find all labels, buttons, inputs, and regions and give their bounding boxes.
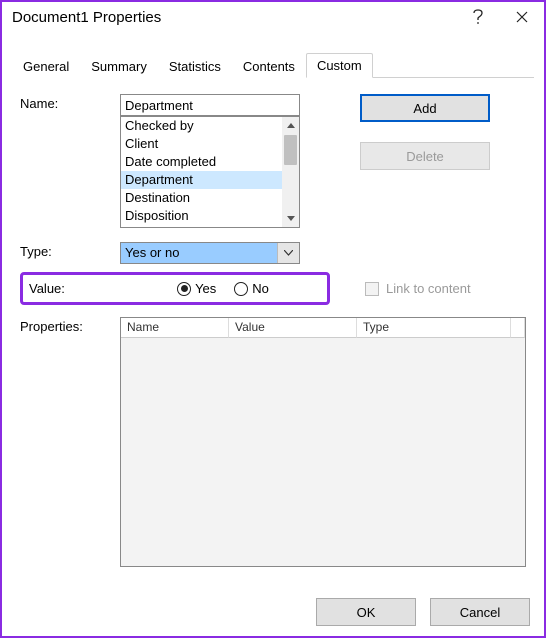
tab-contents[interactable]: Contents (232, 54, 306, 78)
value-row-highlight: Value: Yes No (20, 272, 330, 305)
window-title: Document1 Properties (12, 9, 456, 26)
tab-panel-custom: Name: Checked by Client Date completed D… (2, 78, 544, 577)
link-to-content-checkbox: Link to content (365, 281, 471, 296)
scroll-down-icon[interactable] (282, 210, 299, 227)
radio-label-yes: Yes (195, 281, 216, 296)
value-row-outer: Value: Yes No Link to content (20, 272, 526, 305)
name-listbox[interactable]: Checked by Client Date completed Departm… (120, 116, 300, 228)
value-label: Value: (29, 281, 107, 296)
grid-col-value[interactable]: Value (229, 318, 357, 338)
link-to-content-label: Link to content (386, 281, 471, 296)
type-value: Yes or no (121, 243, 277, 263)
checkbox-icon (365, 282, 379, 296)
list-item[interactable]: Date completed (121, 153, 282, 171)
scroll-up-icon[interactable] (282, 117, 299, 134)
list-item[interactable]: Destination (121, 189, 282, 207)
ok-button[interactable]: OK (316, 598, 416, 626)
type-combobox[interactable]: Yes or no (120, 242, 300, 264)
cancel-button[interactable]: Cancel (430, 598, 530, 626)
chevron-down-icon[interactable] (277, 243, 299, 263)
delete-button[interactable]: Delete (360, 142, 490, 170)
help-button[interactable] (456, 2, 500, 32)
close-button[interactable] (500, 2, 544, 32)
grid-col-name[interactable]: Name (121, 318, 229, 338)
grid-col-type[interactable]: Type (357, 318, 511, 338)
tab-custom[interactable]: Custom (306, 53, 373, 78)
type-row: Type: Yes or no (20, 242, 526, 264)
list-item[interactable]: Checked by (121, 117, 282, 135)
titlebar: Document1 Properties (2, 2, 544, 32)
value-radio-no[interactable]: No (234, 281, 269, 296)
radio-icon (177, 282, 191, 296)
radio-label-no: No (252, 281, 269, 296)
scroll-thumb[interactable] (284, 135, 297, 165)
listbox-scrollbar[interactable] (282, 117, 299, 227)
dialog-buttons: OK Cancel (316, 598, 530, 626)
add-button[interactable]: Add (360, 94, 490, 122)
grid-header: Name Value Type (121, 318, 525, 338)
list-item[interactable]: Disposition (121, 207, 282, 225)
tab-summary[interactable]: Summary (80, 54, 158, 78)
type-label: Type: (20, 242, 120, 259)
grid-col-spacer (511, 318, 525, 338)
radio-icon (234, 282, 248, 296)
name-input[interactable] (120, 94, 300, 116)
tab-strip: General Summary Statistics Contents Cust… (12, 52, 534, 78)
properties-section: Properties: Name Value Type (20, 317, 526, 567)
list-item[interactable]: Client (121, 135, 282, 153)
name-label: Name: (20, 94, 120, 111)
name-row: Name: Checked by Client Date completed D… (20, 94, 526, 228)
value-radio-yes[interactable]: Yes (177, 281, 216, 296)
tab-statistics[interactable]: Statistics (158, 54, 232, 78)
properties-label: Properties: (20, 317, 120, 567)
properties-grid[interactable]: Name Value Type (120, 317, 526, 567)
tab-general[interactable]: General (12, 54, 80, 78)
list-item[interactable]: Department (121, 171, 282, 189)
